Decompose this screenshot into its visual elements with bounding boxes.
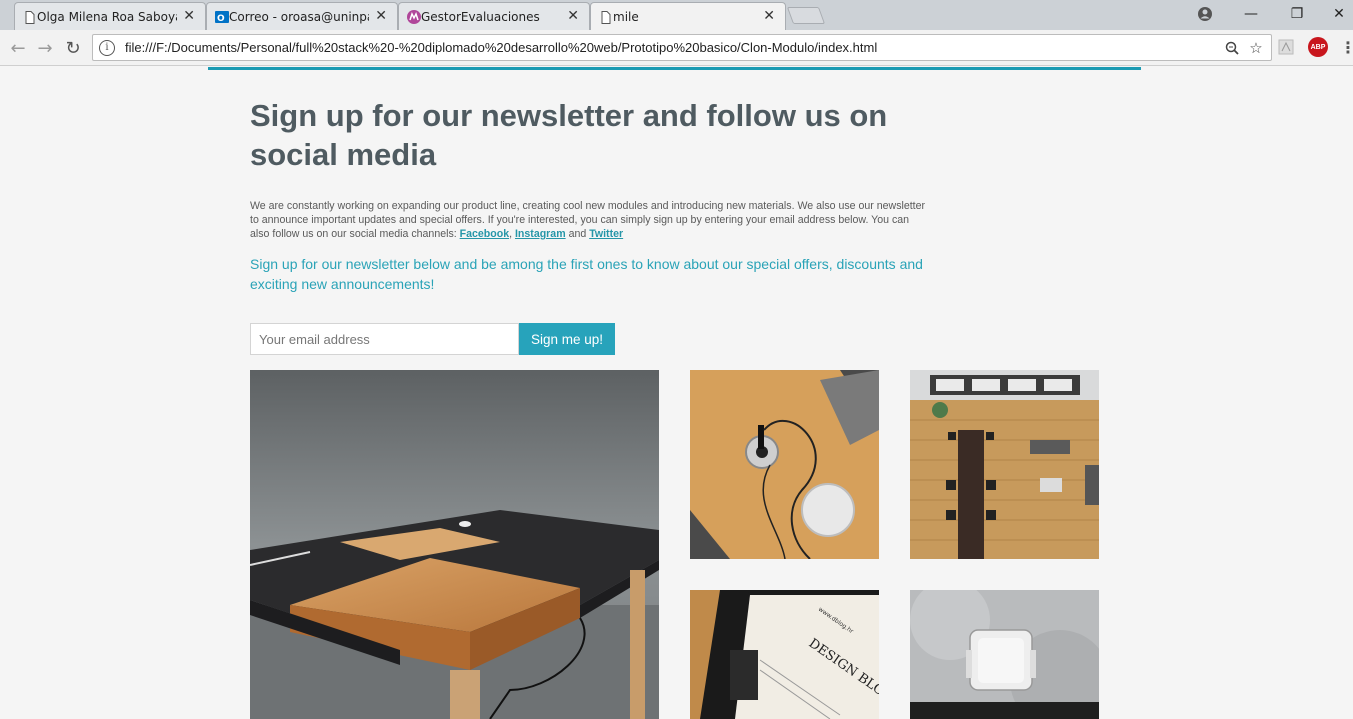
- adblock-icon[interactable]: ABP: [1308, 37, 1328, 57]
- tab-3[interactable]: GestorEvaluaciones ✕: [398, 2, 590, 30]
- svg-text:O: O: [217, 14, 225, 24]
- address-bar[interactable]: i file:///F:/Documents/Personal/full%20s…: [92, 34, 1272, 61]
- gallery-image-chair[interactable]: [910, 590, 1099, 719]
- section-divider: [208, 67, 1141, 70]
- outlook-icon: O: [215, 10, 229, 24]
- tab-title: Correo - oroasa@uninpa: [229, 9, 369, 24]
- newsletter-heading: Sign up for our newsletter and follow us…: [250, 98, 888, 172]
- close-icon[interactable]: ✕: [183, 8, 195, 24]
- new-tab-button[interactable]: [786, 7, 826, 24]
- newsletter-body: We are constantly working on expanding o…: [250, 199, 930, 241]
- email-input[interactable]: [250, 323, 519, 355]
- forward-button[interactable]: →: [33, 36, 57, 60]
- tab-2[interactable]: O Correo - oroasa@uninpa ✕: [206, 2, 398, 30]
- minimize-button[interactable]: —: [1228, 0, 1274, 28]
- gallery-image-office[interactable]: [910, 370, 1099, 559]
- tab-title: GestorEvaluaciones: [421, 9, 540, 24]
- window-close-button[interactable]: ✕: [1316, 0, 1353, 28]
- close-icon[interactable]: ✕: [567, 8, 579, 24]
- pdf-extension-icon[interactable]: [1276, 37, 1296, 57]
- url-text: file:///F:/Documents/Personal/full%20sta…: [125, 40, 878, 55]
- info-icon[interactable]: i: [99, 39, 115, 56]
- bookmark-star-icon[interactable]: ☆: [1247, 39, 1265, 57]
- tab-1[interactable]: Olga Milena Roa Saboya ✕: [14, 2, 206, 30]
- gallery-image-speaker[interactable]: [690, 370, 879, 559]
- back-button[interactable]: ←: [6, 36, 30, 60]
- tab-title: mile: [613, 10, 639, 24]
- signup-form: Sign me up!: [250, 323, 615, 355]
- browser-toolbar: ← → ↻ i file:///F:/Documents/Personal/fu…: [0, 30, 1353, 66]
- facebook-link[interactable]: Facebook: [460, 228, 509, 240]
- app-icon: [407, 10, 421, 24]
- menu-icon[interactable]: ⋮: [1338, 37, 1353, 57]
- instagram-link[interactable]: Instagram: [515, 228, 566, 240]
- tab-4[interactable]: mile ✕: [590, 2, 786, 31]
- browser-tabstrip: Olga Milena Roa Saboya ✕ O Correo - oroa…: [0, 0, 1353, 31]
- close-icon[interactable]: ✕: [763, 8, 775, 24]
- zoom-icon[interactable]: [1223, 39, 1241, 57]
- page-icon: [23, 10, 37, 24]
- page-viewport: Sign up for our newsletter and follow us…: [0, 67, 1353, 719]
- gallery-image-table[interactable]: [250, 370, 659, 719]
- tab-title: Olga Milena Roa Saboya: [37, 9, 177, 24]
- gallery-image-blog[interactable]: DESIGN BLOG www.dblog.hr: [690, 590, 879, 719]
- newsletter-lead: Sign up for our newsletter below and be …: [250, 256, 923, 292]
- page-icon: [599, 10, 613, 24]
- link-separator: and: [565, 228, 590, 240]
- signup-button[interactable]: Sign me up!: [519, 323, 615, 355]
- reload-button[interactable]: ↻: [61, 36, 85, 60]
- profile-icon[interactable]: [1182, 0, 1228, 28]
- restore-button[interactable]: ❐: [1274, 0, 1320, 28]
- close-icon[interactable]: ✕: [375, 8, 387, 24]
- twitter-link[interactable]: Twitter: [589, 228, 623, 240]
